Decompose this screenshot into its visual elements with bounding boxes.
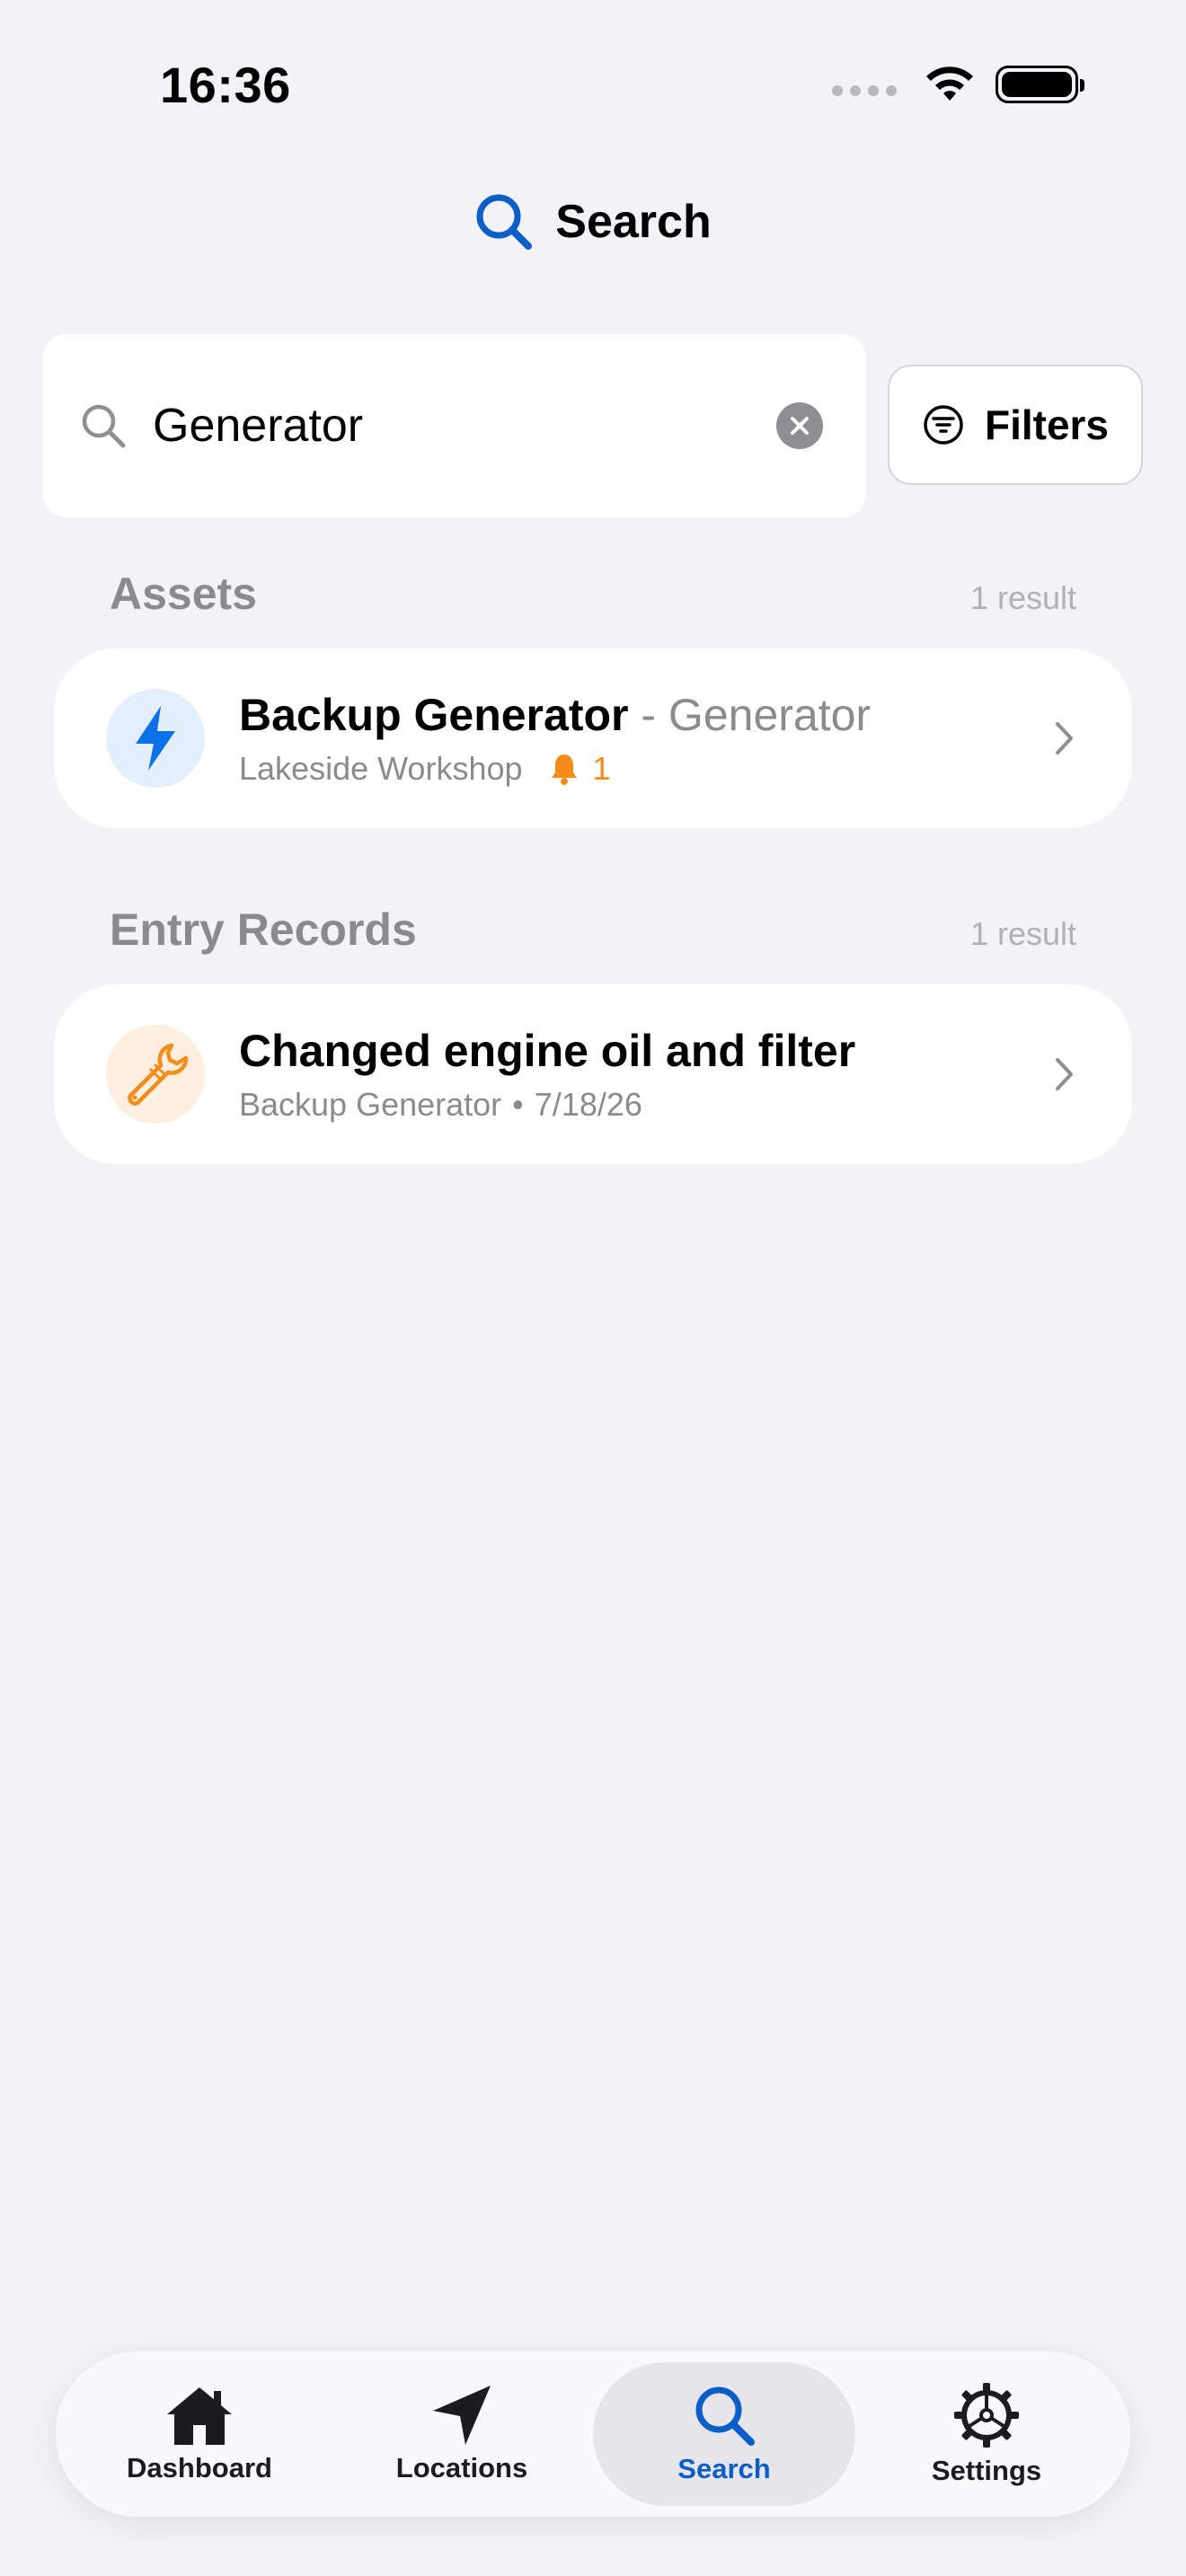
- bolt-icon: [136, 706, 175, 771]
- tab-dashboard[interactable]: Dashboard: [68, 2362, 331, 2506]
- search-icon: [82, 404, 126, 448]
- clear-search-button[interactable]: [776, 402, 823, 449]
- battery-icon: [996, 66, 1084, 103]
- records-section-title: Entry Records: [110, 904, 417, 955]
- asset-location: Lakeside Workshop: [239, 750, 523, 787]
- wifi-icon: [926, 66, 973, 101]
- record-separator: •: [512, 1086, 524, 1123]
- chevron-right-icon: [1056, 722, 1073, 754]
- assets-result-count: 1 result: [969, 579, 1076, 616]
- tab-bar: Dashboard Locations Search Settings: [56, 2351, 1130, 2517]
- record-asset: Backup Generator: [239, 1086, 502, 1123]
- bell-icon: [550, 753, 579, 785]
- status-indicators: [832, 65, 1084, 104]
- status-time: 16:36: [160, 57, 291, 113]
- wrench-icon: [128, 1043, 189, 1106]
- filter-icon: [924, 405, 963, 445]
- filters-button[interactable]: Filters: [888, 365, 1143, 485]
- gear-icon: [954, 2383, 1019, 2448]
- records-result-count: 1 result: [969, 915, 1076, 952]
- record-result-card[interactable]: Changed engine oil and filter Backup Gen…: [54, 984, 1132, 1164]
- tab-label: Search: [677, 2453, 771, 2484]
- record-result-text: Changed engine oil and filter Backup Gen…: [239, 1025, 1055, 1124]
- tab-label: Settings: [931, 2455, 1042, 2486]
- record-icon-badge: [106, 1025, 205, 1124]
- house-icon: [167, 2387, 232, 2445]
- search-input[interactable]: [153, 399, 776, 453]
- asset-type: - Generator: [641, 690, 872, 740]
- cellular-signal-icon: [832, 85, 897, 96]
- chevron-right-icon: [1056, 1058, 1073, 1090]
- tab-settings[interactable]: Settings: [855, 2362, 1118, 2506]
- alert-count: 1: [592, 750, 611, 787]
- record-title: Changed engine oil and filter: [239, 1026, 856, 1076]
- magnifying-glass-icon: [695, 2386, 755, 2446]
- location-arrow-icon: [433, 2386, 491, 2445]
- tab-search[interactable]: Search: [593, 2362, 855, 2506]
- tab-label: Dashboard: [127, 2452, 272, 2483]
- tab-locations[interactable]: Locations: [331, 2362, 593, 2506]
- tab-label: Locations: [395, 2452, 528, 2483]
- page-header: Search: [0, 192, 1186, 251]
- record-date: 7/18/26: [534, 1086, 642, 1123]
- records-section-header: Entry Records 1 result: [110, 904, 1076, 956]
- search-field[interactable]: [43, 334, 866, 517]
- asset-name: Backup Generator: [239, 690, 629, 740]
- close-icon: [791, 417, 809, 435]
- assets-section-title: Assets: [110, 569, 257, 619]
- magnifying-glass-icon: [476, 194, 533, 250]
- filters-label: Filters: [984, 401, 1110, 448]
- screen: 16:36 Search Generator Filters Assets 1 …: [0, 0, 1186, 2576]
- asset-result-card[interactable]: Backup Generator - Generator Lakeside Wo…: [54, 648, 1132, 828]
- asset-result-text: Backup Generator - Generator Lakeside Wo…: [239, 689, 1055, 788]
- asset-icon-badge: [106, 689, 205, 788]
- assets-section-header: Assets 1 result: [110, 568, 1076, 620]
- page-title: Search: [555, 196, 712, 248]
